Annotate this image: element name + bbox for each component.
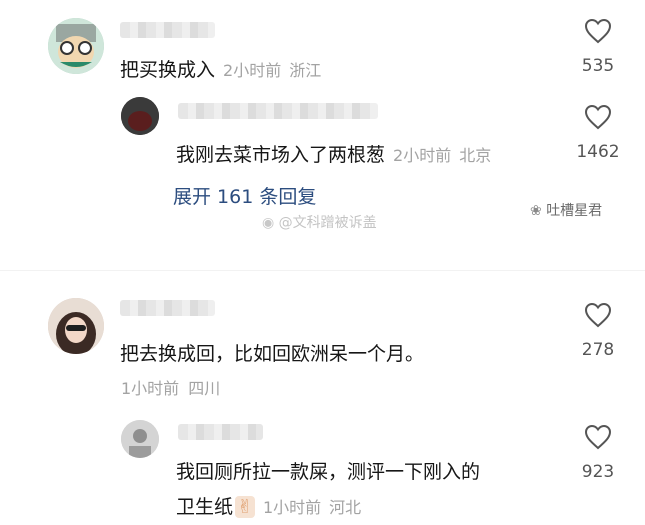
avatar-illustration-icon xyxy=(48,18,104,74)
comment-time: 1小时前 xyxy=(121,379,180,398)
comment-location: 浙江 xyxy=(289,61,322,80)
reply-location: 河北 xyxy=(329,498,362,517)
comment-separator xyxy=(0,270,645,271)
wechat-watermark: ❀ 吐槽星君 xyxy=(530,200,602,220)
like-count: 278 xyxy=(581,340,615,360)
reply-body-line2: 卫生纸 xyxy=(176,496,234,518)
avatar-silhouette-icon xyxy=(121,97,159,135)
reply-text-line1: 我回厕所拉一款屎，测评一下刚入的 xyxy=(176,457,480,484)
commenter-name-blurred[interactable] xyxy=(120,300,215,316)
expand-replies-link[interactable]: 展开 161 条回复 xyxy=(173,182,316,209)
commenter-avatar[interactable] xyxy=(48,18,104,74)
like-count: 535 xyxy=(581,56,615,76)
reply-body: 我刚去菜市场入了两根葱 xyxy=(176,144,386,166)
heart-icon xyxy=(584,18,612,44)
comment-body: 把买换成入 xyxy=(120,59,216,81)
comment-time: 2小时前 xyxy=(223,61,282,80)
comment-meta: 1小时前 四川 xyxy=(121,375,220,399)
reply-avatar[interactable] xyxy=(121,420,159,458)
weibo-watermark-text: @文科蹭被诉盖 xyxy=(278,215,377,231)
comment-body: 把去换成回，比如回欧洲呆一个月。 xyxy=(120,343,425,365)
heart-icon xyxy=(584,104,612,130)
wechat-watermark-text: 吐槽星君 xyxy=(546,203,603,219)
heart-icon xyxy=(584,302,612,328)
wechat-icon: ❀ xyxy=(530,203,542,219)
reply-time: 2小时前 xyxy=(393,146,452,165)
like-button[interactable]: 535 xyxy=(573,18,623,76)
comment-location: 四川 xyxy=(188,379,221,398)
like-button[interactable]: 278 xyxy=(573,302,623,360)
weibo-watermark: ◉ @文科蹭被诉盖 xyxy=(262,212,377,232)
reply-time: 1小时前 xyxy=(262,498,322,517)
comment-text: 把去换成回，比如回欧洲呆一个月。 xyxy=(120,339,424,366)
heart-icon xyxy=(584,424,612,450)
reply-like-count: 923 xyxy=(581,462,615,482)
reply-text-line2: 卫生纸 ✌ 1小时前 河北 xyxy=(176,492,361,519)
reply-like-count: 1462 xyxy=(576,142,620,162)
reply-name-blurred[interactable] xyxy=(178,424,263,440)
commenter-avatar[interactable] xyxy=(48,298,104,354)
reply-text: 我刚去菜市场入了两根葱 2小时前 北京 xyxy=(176,140,491,167)
avatar-blurred-icon xyxy=(121,420,159,458)
reply-like-button[interactable]: 1462 xyxy=(573,104,623,162)
weibo-icon: ◉ xyxy=(262,215,275,231)
commenter-name-blurred[interactable] xyxy=(120,22,215,38)
reply-location: 北京 xyxy=(459,146,492,165)
reply-body-line1: 我回厕所拉一款屎，测评一下刚入的 xyxy=(176,461,481,483)
victory-hand-emoji: ✌ xyxy=(235,496,255,518)
reply-like-button[interactable]: 923 xyxy=(573,424,623,482)
comment-text: 把买换成入 2小时前 浙江 xyxy=(120,55,321,82)
reply-name-blurred[interactable] xyxy=(178,103,378,119)
avatar-photo-icon xyxy=(48,298,104,354)
reply-avatar[interactable] xyxy=(121,97,159,135)
